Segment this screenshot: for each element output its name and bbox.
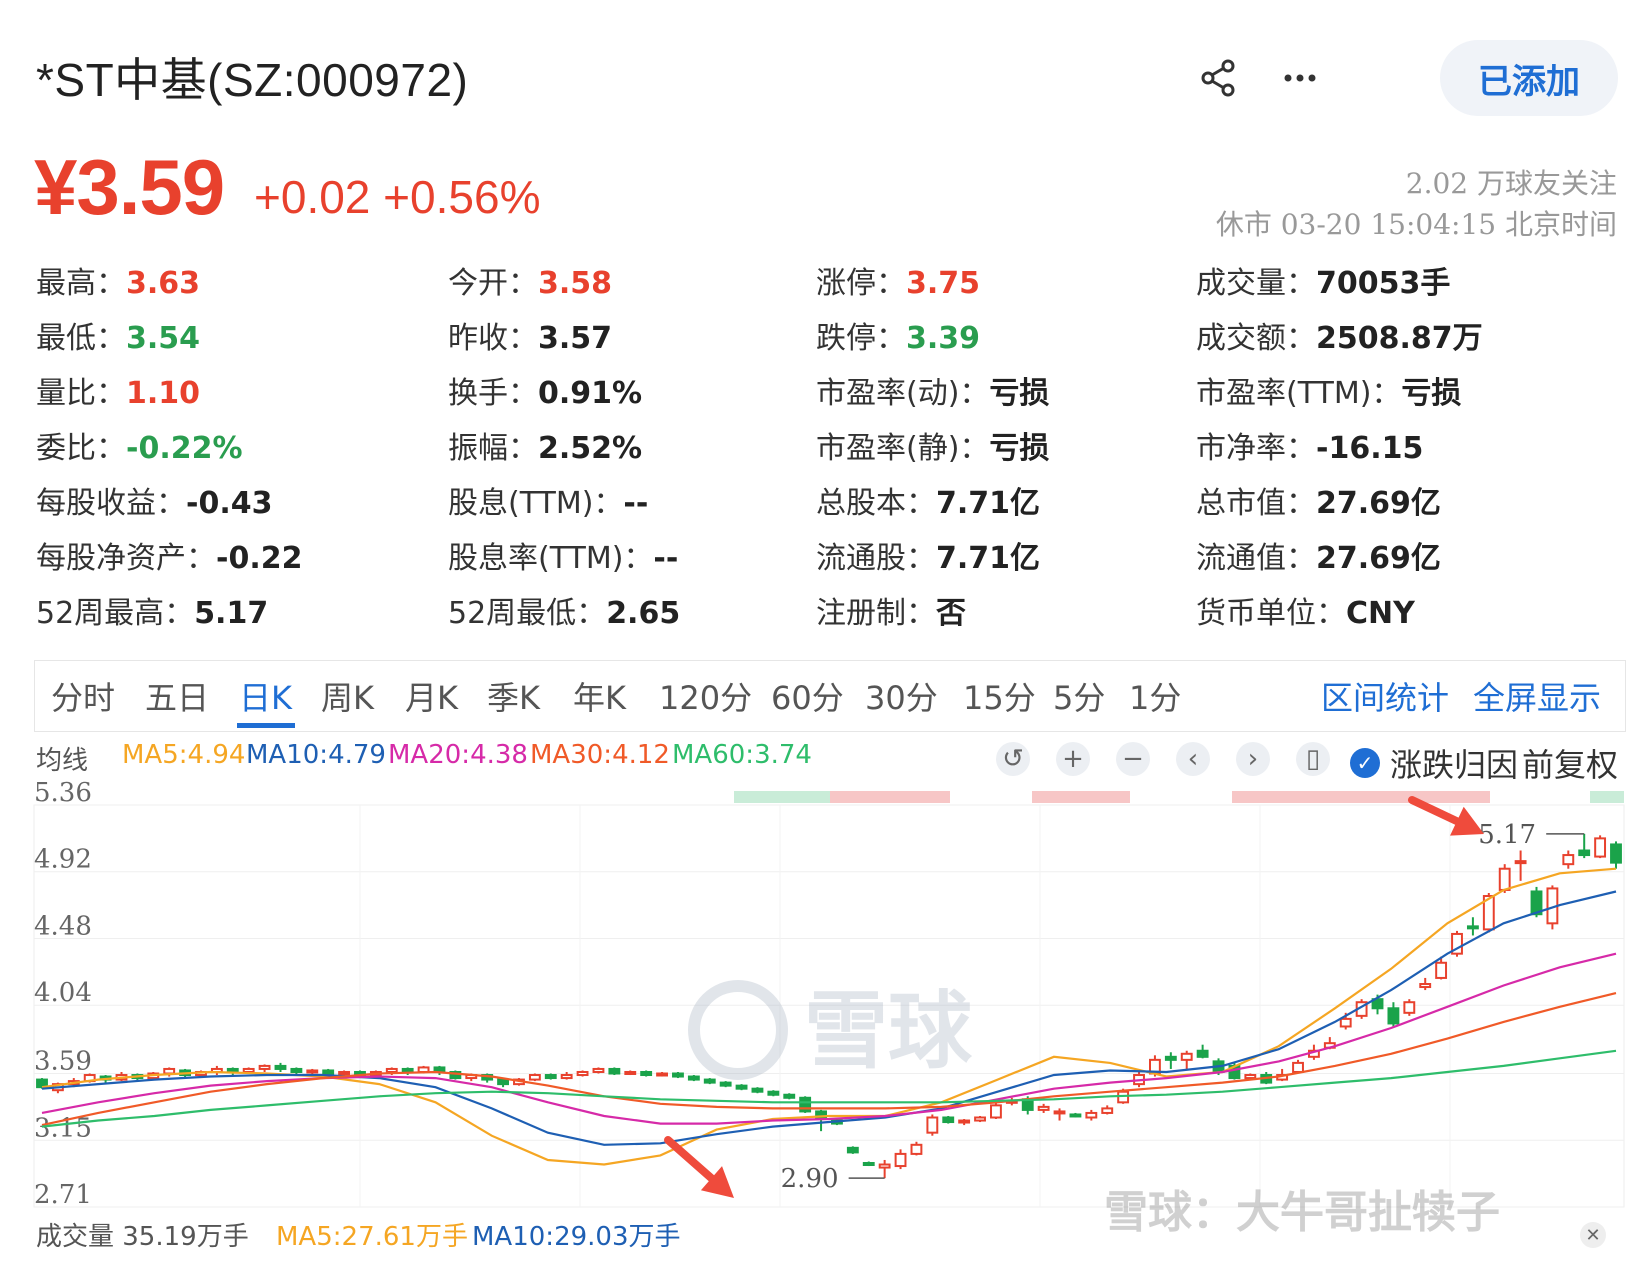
- candle-body: [687, 1075, 700, 1081]
- candle-body: [1085, 1111, 1098, 1119]
- y-tick-label: 3.59: [34, 1047, 92, 1077]
- candle-body: [1435, 961, 1448, 979]
- candle-body: [1244, 1074, 1257, 1080]
- candle-body: [1498, 867, 1511, 891]
- candle-body: [783, 1093, 796, 1099]
- candle-body: [274, 1064, 287, 1070]
- y-tick-label: 4.92: [34, 845, 92, 875]
- candle-body: [624, 1070, 637, 1075]
- candle-body: [576, 1070, 589, 1077]
- candle-body: [1562, 854, 1575, 866]
- candle-body: [974, 1116, 986, 1122]
- candle-body: [290, 1067, 303, 1073]
- candle-body: [1419, 983, 1432, 989]
- candle-body: [1594, 837, 1607, 858]
- candle-body: [846, 1146, 859, 1154]
- candle-body: [656, 1072, 668, 1077]
- candle-body: [1339, 1017, 1352, 1028]
- candle-body: [544, 1074, 557, 1080]
- candle-body: [322, 1069, 335, 1075]
- candle-body: [1196, 1049, 1209, 1058]
- event-strip: [734, 791, 830, 803]
- candle-body: [528, 1074, 541, 1081]
- y-tick-label: 3.15: [34, 1113, 92, 1143]
- low-label: 2.90: [781, 1164, 839, 1194]
- candle-body: [1037, 1105, 1050, 1111]
- candle-body: [990, 1104, 1002, 1119]
- candle-body: [1053, 1110, 1066, 1115]
- candle-body: [497, 1078, 509, 1086]
- event-strip: [1590, 791, 1624, 803]
- candle-body: [1101, 1107, 1114, 1114]
- candle-body: [592, 1067, 605, 1073]
- event-strip: [830, 791, 950, 803]
- y-tick-label: 5.36: [34, 778, 92, 808]
- candle-body: [910, 1143, 923, 1155]
- y-tick-label: 4.04: [34, 978, 92, 1008]
- candle-body: [608, 1067, 621, 1075]
- candle-body: [767, 1090, 780, 1096]
- candle-body: [640, 1070, 653, 1077]
- candle-body: [306, 1069, 319, 1074]
- candle-body: [1466, 925, 1479, 930]
- y-tick-label: 2.71: [34, 1180, 92, 1210]
- kline-chart[interactable]: 5.36 4.92 4.48 4.04 3.59 3.15 2.71 雪球 5.17 2.90: [0, 0, 1641, 1263]
- high-label: 5.17: [1478, 820, 1536, 850]
- candle-body: [1292, 1061, 1304, 1073]
- candle-body: [672, 1072, 684, 1078]
- candle-body: [894, 1152, 907, 1168]
- volume-ma-item: MA10:29.03万手: [472, 1222, 681, 1252]
- candle-body: [401, 1067, 414, 1073]
- candle-body: [751, 1087, 764, 1093]
- volume-total: 成交量 35.19万手: [36, 1222, 249, 1252]
- candle-body: [1180, 1052, 1193, 1061]
- candle-body: [385, 1067, 398, 1073]
- candle-body: [1403, 1001, 1416, 1014]
- candle-body: [1610, 843, 1622, 864]
- candle-body: [942, 1116, 955, 1124]
- candle-body: [1069, 1113, 1082, 1118]
- candle-body: [958, 1119, 971, 1124]
- candle-body: [735, 1084, 748, 1090]
- xueqiu-watermark: 雪球: [688, 980, 973, 1080]
- close-icon[interactable]: ✕: [1580, 1222, 1606, 1248]
- watermark-text: 雪球: [804, 982, 973, 1080]
- event-strip: [1032, 791, 1130, 803]
- candle-body: [719, 1081, 732, 1087]
- candle-body: [163, 1067, 176, 1075]
- candle-body: [878, 1163, 891, 1169]
- candle-body: [862, 1162, 875, 1167]
- low-arrow-icon: [664, 1136, 734, 1198]
- volume-ma-item: MA5:27.61万手: [276, 1222, 468, 1252]
- candle-body: [703, 1078, 716, 1084]
- candle-body: [1387, 1007, 1400, 1025]
- event-strip: [1232, 791, 1490, 803]
- candle-body: [258, 1064, 271, 1070]
- candle-body: [338, 1070, 351, 1075]
- candle-body: [560, 1074, 573, 1080]
- candle-body: [1578, 849, 1591, 857]
- candle-body: [1514, 860, 1527, 865]
- candle-body: [1164, 1055, 1177, 1061]
- y-tick-label: 4.48: [34, 911, 92, 941]
- candle-body: [926, 1116, 939, 1134]
- candle-body: [242, 1067, 255, 1073]
- footer-watermark: 雪球：大牛哥扯犊子: [1104, 1187, 1500, 1238]
